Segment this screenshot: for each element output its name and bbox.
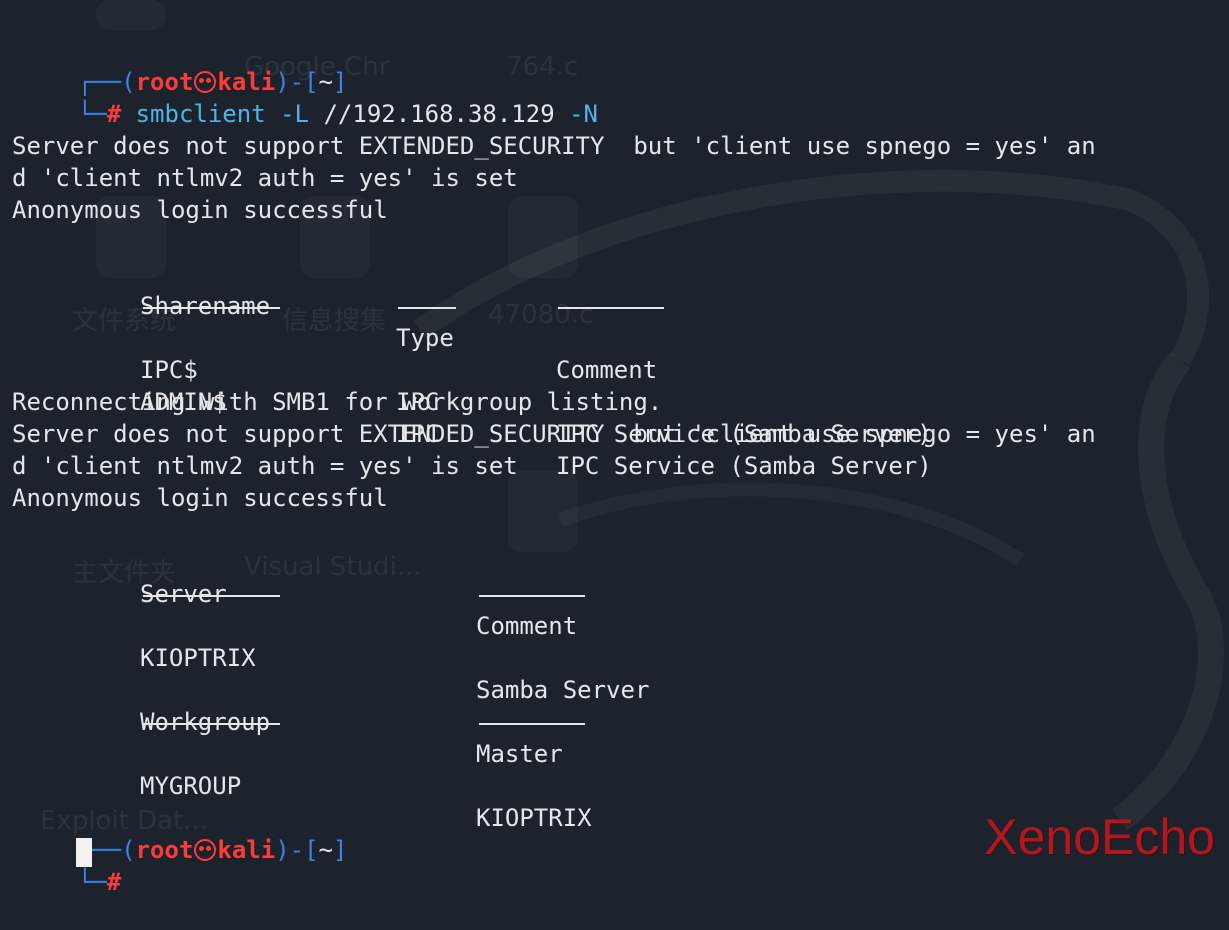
prompt-symbol: # [106, 868, 122, 896]
workgroup-table-header: Workgroup Master [140, 708, 563, 768]
output-warning: Server does not support EXTENDED_SECURIT… [12, 132, 1096, 160]
header-underline [143, 723, 280, 725]
header-underline [143, 595, 280, 597]
prompt-user: root [135, 836, 194, 864]
server-row: KIOPTRIX Samba Server [140, 644, 650, 704]
command-target: //192.168.38.129 [323, 100, 555, 128]
command-line: └─# smbclient -L //192.168.38.129 -N [77, 100, 599, 128]
prompt-line: ┌──(root kali)-[~] [77, 836, 348, 864]
output-anonymous-login: Anonymous login successful [12, 484, 388, 512]
header-underline [558, 307, 664, 309]
workgroup-row: MYGROUP KIOPTRIX [140, 772, 592, 832]
share-table-header: Sharename Type Comment [140, 292, 658, 384]
share-row: IPC$ IPC IPC Service (Samba Server) [140, 356, 932, 448]
command-flag: -L [280, 100, 310, 128]
output-warning: d 'client ntlmv2 auth = yes' is set [12, 452, 518, 480]
share-row: ADMIN$ IPC IPC Service (Samba Server) [140, 388, 932, 480]
kali-skull-icon [194, 839, 217, 861]
header-underline [479, 595, 585, 597]
watermark: XenoEcho [984, 809, 1215, 865]
server-table-header: Server Comment [140, 580, 578, 640]
prompt-host: kali [217, 836, 276, 864]
header-underline [143, 307, 280, 309]
prompt-dir: ~ [318, 836, 333, 864]
output-anonymous-login: Anonymous login successful [12, 196, 388, 224]
output-warning: d 'client ntlmv2 auth = yes' is set [12, 164, 518, 192]
header-underline [479, 723, 585, 725]
header-underline [398, 307, 456, 309]
desktop-icon-tile [96, 0, 166, 30]
terminal-window[interactable]: ┌──(root kali)-[~] └─# smbclient -L //192… [12, 34, 1229, 896]
prompt-line: ┌──(root kali)-[~] [77, 68, 348, 96]
command-flag: -N [569, 100, 599, 128]
text-cursor [76, 838, 92, 867]
input-line[interactable]: └─# [20, 834, 121, 896]
output-reconnect: Reconnecting with SMB1 for workgroup lis… [12, 388, 663, 416]
output-warning: Server does not support EXTENDED_SECURIT… [12, 420, 1096, 448]
prompt-symbol: # [106, 100, 122, 128]
command-program: smbclient [135, 100, 266, 128]
